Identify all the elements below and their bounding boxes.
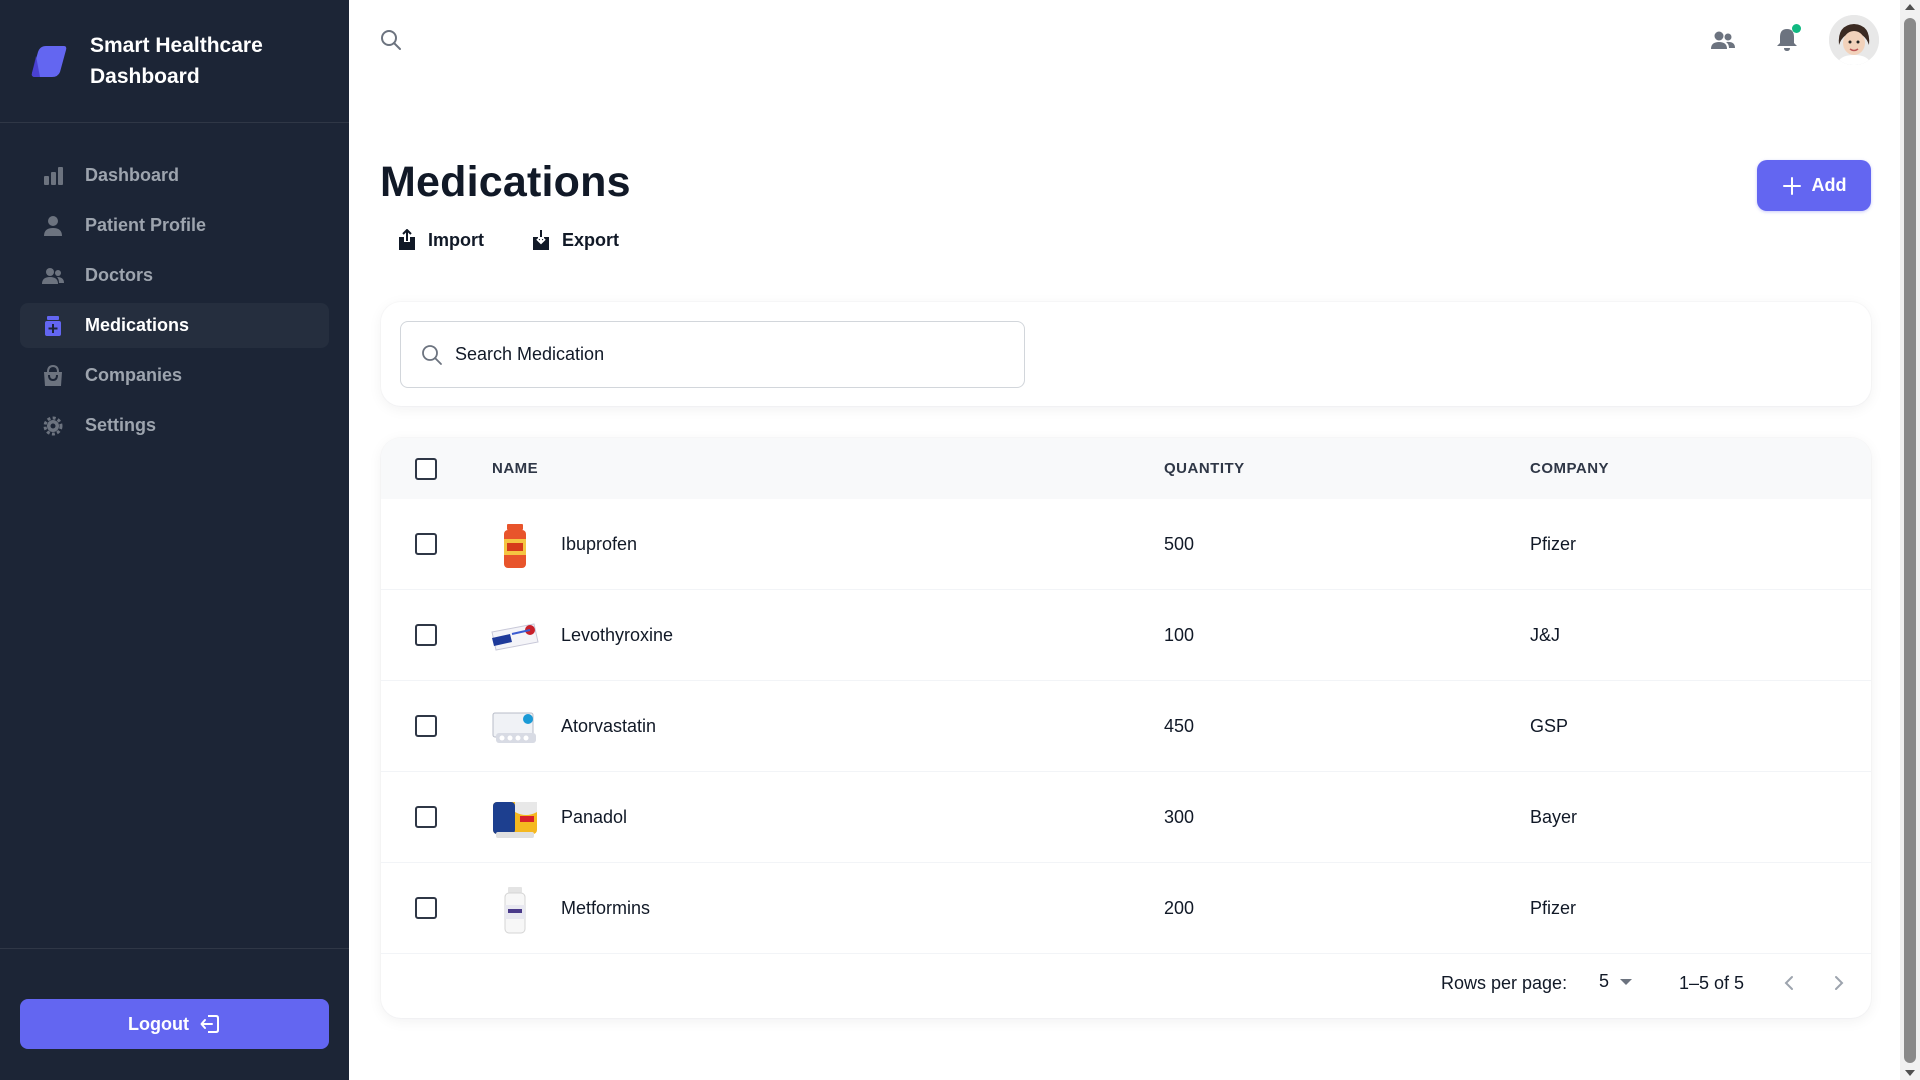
- sidebar-item-settings[interactable]: Settings: [20, 403, 329, 448]
- page-title: Medications: [380, 158, 631, 206]
- bar-chart-icon: [42, 165, 64, 187]
- search-input[interactable]: [455, 344, 1015, 365]
- medication-company: J&J: [1530, 625, 1561, 645]
- export-button[interactable]: Export: [532, 229, 619, 251]
- page-scrollbar[interactable]: [1900, 0, 1920, 1080]
- table-row[interactable]: Levothyroxine 100 J&J: [381, 590, 1871, 681]
- sidebar-footer: Logout: [0, 948, 349, 1080]
- medication-name: Metformins: [561, 898, 651, 918]
- medication-quantity: 300: [1164, 807, 1195, 827]
- page-range: 1–5 of 5: [1679, 973, 1745, 993]
- medication-quantity: 100: [1164, 625, 1195, 645]
- sidebar-item-patient-profile[interactable]: Patient Profile: [20, 203, 329, 248]
- medication-image: [493, 802, 537, 838]
- table-row[interactable]: Atorvastatin 450 GSP: [381, 681, 1871, 772]
- row-checkbox[interactable]: [415, 624, 437, 646]
- medications-table: NAME QUANTITY COMPANY Ibuprofen 500 Pfiz…: [381, 438, 1871, 1018]
- brand[interactable]: Smart Healthcare Dashboard: [0, 0, 349, 123]
- rows-per-page-label: Rows per page:: [1441, 973, 1568, 993]
- sidebar-item-companies[interactable]: Companies: [20, 353, 329, 398]
- rows-per-page-select[interactable]: 5: [1599, 971, 1633, 992]
- page-actions: Import Export: [398, 229, 667, 251]
- add-label: Add: [1811, 175, 1847, 195]
- medication-image: [491, 623, 539, 651]
- medication-company: GSP: [1530, 716, 1569, 736]
- medication-company: Pfizer: [1530, 534, 1577, 554]
- search-card: [381, 302, 1871, 406]
- medication-name: Ibuprofen: [561, 534, 638, 554]
- logo-icon: [31, 46, 67, 77]
- row-checkbox[interactable]: [415, 897, 437, 919]
- avatar[interactable]: [1829, 15, 1879, 65]
- notification-badge: [1792, 24, 1801, 33]
- search-icon[interactable]: [379, 28, 403, 52]
- sidebar-item-label: Companies: [85, 365, 183, 385]
- download-icon: [533, 230, 549, 250]
- upload-icon: [399, 229, 415, 250]
- row-checkbox[interactable]: [415, 533, 437, 555]
- import-label: Import: [428, 229, 484, 250]
- users-icon: [42, 265, 64, 287]
- scroll-thumb[interactable]: [1904, 18, 1916, 1063]
- row-checkbox[interactable]: [415, 806, 437, 828]
- notifications-button[interactable]: [1775, 24, 1801, 58]
- table-row[interactable]: Ibuprofen 500 Pfizer: [381, 499, 1871, 590]
- plus-icon: [1782, 176, 1801, 195]
- select-all-checkbox[interactable]: [415, 458, 437, 480]
- column-header-company[interactable]: COMPANY: [1530, 460, 1609, 477]
- chevron-left-icon[interactable]: [1779, 973, 1799, 993]
- medication-image: [504, 887, 526, 934]
- row-checkbox[interactable]: [415, 715, 437, 737]
- brand-name: Smart Healthcare Dashboard: [90, 34, 263, 88]
- medication-image: [492, 712, 536, 743]
- chevron-right-icon[interactable]: [1829, 973, 1849, 993]
- column-header-name[interactable]: NAME: [492, 460, 538, 477]
- medication-name: Levothyroxine: [561, 625, 674, 645]
- sidebar: Smart Healthcare Dashboard Dashboard Pat…: [0, 0, 349, 1080]
- table-row[interactable]: Panadol 300 Bayer: [381, 772, 1871, 863]
- search-icon: [422, 344, 442, 365]
- user-icon: [42, 215, 64, 237]
- table-header: NAME QUANTITY COMPANY: [381, 438, 1871, 499]
- main-content: Medications Import Export Add NAME QUANT…: [349, 0, 1900, 1080]
- scroll-up-arrow[interactable]: [1905, 4, 1915, 10]
- shopping-bag-icon: [42, 364, 64, 387]
- logout-icon: [200, 1015, 219, 1033]
- sidebar-item-label: Patient Profile: [85, 215, 207, 235]
- table-pagination: Rows per page: 5 1–5 of 5: [381, 953, 1871, 1018]
- search-field[interactable]: [400, 321, 1025, 388]
- avatar-image: [1829, 15, 1879, 65]
- rows-per-page-value: 5: [1599, 971, 1610, 991]
- table-row[interactable]: Metformins 200 Pfizer: [381, 863, 1871, 954]
- import-button[interactable]: Import: [398, 229, 484, 251]
- medication-company: Pfizer: [1530, 898, 1577, 918]
- column-header-quantity[interactable]: QUANTITY: [1164, 460, 1245, 477]
- medication-image: [504, 524, 526, 568]
- logout-button[interactable]: Logout: [20, 999, 329, 1049]
- medication-quantity: 200: [1164, 898, 1195, 918]
- medication-icon: [42, 315, 64, 337]
- contacts-icon[interactable]: [1710, 28, 1736, 52]
- gear-icon: [42, 415, 64, 437]
- sidebar-nav: Dashboard Patient Profile Doctors Medica…: [0, 123, 349, 448]
- medication-quantity: 500: [1164, 534, 1195, 554]
- top-bar: [349, 0, 1900, 80]
- medication-quantity: 450: [1164, 716, 1195, 736]
- medication-name: Panadol: [561, 807, 628, 827]
- sidebar-item-dashboard[interactable]: Dashboard: [20, 153, 329, 198]
- caret-down-icon: [1620, 978, 1633, 985]
- sidebar-item-label: Settings: [85, 415, 157, 435]
- sidebar-item-label: Dashboard: [85, 165, 180, 185]
- medication-company: Bayer: [1530, 807, 1578, 827]
- sidebar-item-label: Medications: [85, 315, 190, 335]
- sidebar-item-medications[interactable]: Medications: [20, 303, 329, 348]
- sidebar-item-label: Doctors: [85, 265, 154, 285]
- logout-label: Logout: [128, 1013, 189, 1034]
- sidebar-item-doctors[interactable]: Doctors: [20, 253, 329, 298]
- scroll-down-arrow[interactable]: [1905, 1070, 1915, 1076]
- export-label: Export: [562, 229, 620, 250]
- medication-name: Atorvastatin: [561, 716, 657, 736]
- add-button[interactable]: Add: [1757, 160, 1871, 211]
